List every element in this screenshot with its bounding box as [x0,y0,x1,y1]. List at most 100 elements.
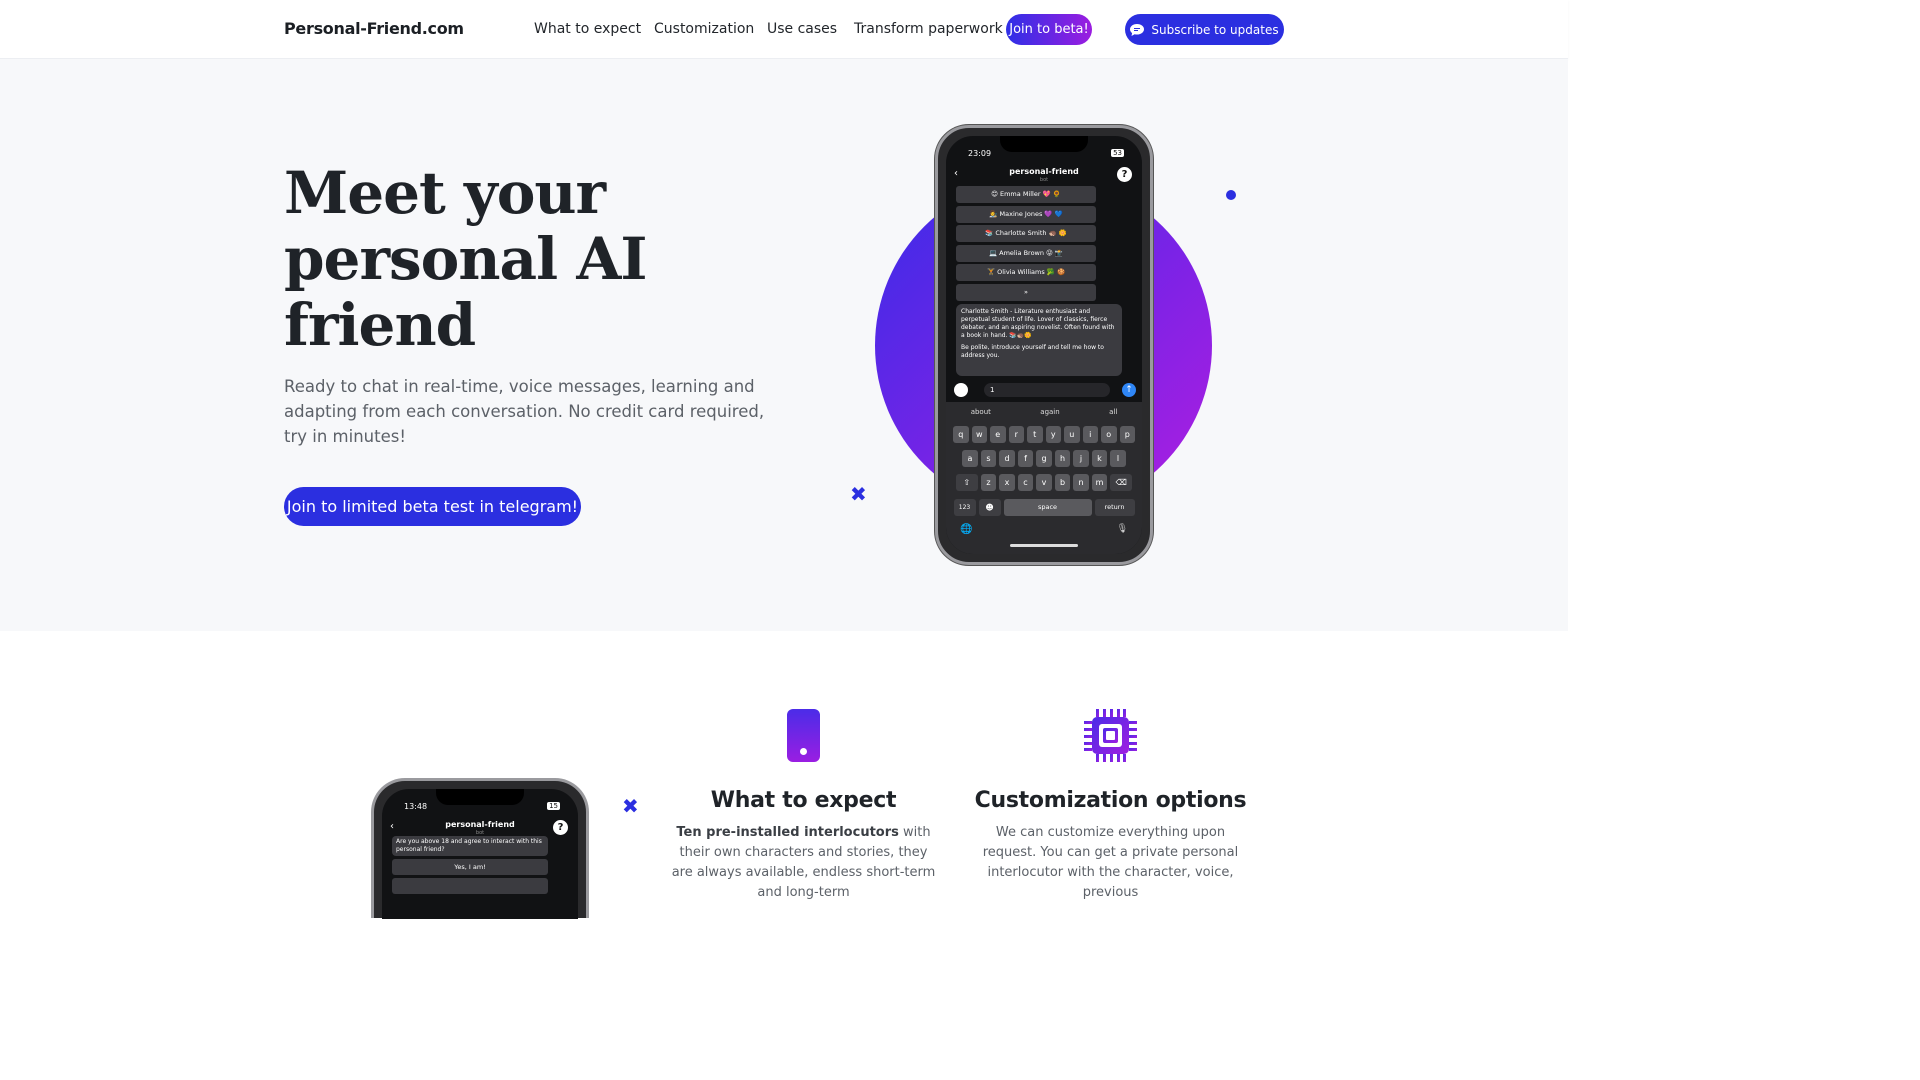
key: o [1101,426,1117,443]
decor-x-icon: ✖ [850,482,867,506]
hero-title: Meet your personal AI friend [284,159,647,359]
chip-icon [1084,709,1137,762]
message-input-bar: 1 ↑ [954,382,1136,398]
nav-link-transform-paperwork[interactable]: Transform paperwork [854,21,1003,37]
key: x [999,474,1015,491]
key: c [1017,474,1034,491]
shift-icon: ⇧ [955,474,978,491]
numbers-key: 123 [953,499,976,516]
nav-link-customization[interactable]: Customization [654,21,754,37]
message-text: Charlotte Smith - Literature enthusiast … [961,308,1115,339]
emoji-icon: ☻ [978,499,1001,516]
menu-icon [954,383,968,397]
key-row-2: a s d f g h j k l [946,450,1142,467]
key: a [962,450,978,467]
key-row-3: ⇧ z x c v b n m ⌫ [946,474,1142,491]
chat-bubble-icon [1130,23,1145,36]
key: s [980,450,997,467]
send-arrow-icon: ↑ [1122,383,1136,397]
character-button: 😊 Emma Miller 💖 🌻 [956,186,1096,203]
decor-x-icon: ✖ [622,794,639,818]
join-beta-button[interactable]: Join to beta! [1006,14,1092,45]
key: g [1036,450,1052,467]
battery-icon: 15 [547,802,560,810]
backspace-icon: ⌫ [1110,474,1133,491]
character-button: 📚 Charlotte Smith 🦔 🌼 [956,225,1096,243]
key: z [980,474,997,491]
battery-icon: 53 [1111,149,1124,157]
top-nav: Personal-Friend.com What to expect Custo… [0,0,1568,59]
key: u [1064,426,1080,443]
home-indicator [1010,544,1078,547]
key: d [999,450,1015,467]
feature-text-what-to-expect: Ten pre-installed interlocutors with the… [667,823,940,903]
key: p [1119,426,1135,443]
character-button: 👩‍🎨 Maxine Jones 💜 💙 [956,205,1096,223]
status-time: 23:09 [968,149,992,158]
key: l [1110,450,1126,467]
space-key: space [1003,499,1092,516]
subscribe-button[interactable]: Subscribe to updates [1125,14,1284,45]
chat-title: personal-friend [1009,167,1079,176]
brand-logo[interactable]: Personal-Friend.com [284,19,464,38]
phone-screen-small: 13:48 15 ‹ personal-friend bot ? Are you… [382,789,578,919]
character-button: 🏋 Olivia Williams 🥦 🍪 [956,264,1096,282]
key: r [1008,426,1024,443]
feature-title-customization: Customization options [974,788,1247,813]
key: h [1054,450,1071,467]
help-icon: ? [1117,167,1132,182]
key: w [971,426,987,443]
suggestion: again [1040,408,1060,416]
character-button: 💻 Amelia Brown 😜 📸 [956,244,1096,262]
help-icon: ? [553,820,568,835]
feature-text-customization: We can customize everything upon request… [982,825,1239,900]
join-telegram-beta-button[interactable]: Join to limited beta test in telegram! [284,487,581,526]
key: k [1091,450,1108,467]
phone-notch [1000,136,1088,152]
key: t [1027,426,1043,443]
phone-mockup-small: 13:48 15 ‹ personal-friend bot ? Are you… [371,778,589,919]
chat-title: personal-friend [445,820,515,829]
smartphone-icon [787,709,820,762]
status-time: 13:48 [404,802,428,811]
phone-notch [436,789,524,805]
key: j [1073,450,1089,467]
feature-title-what-to-expect: What to expect [710,788,897,813]
answer-button: Yes, I am! [392,859,548,875]
feature-highlight: Ten pre-installed interlocutors [676,825,899,840]
key: b [1054,474,1071,491]
key-row-1: q w e r t y u i o p [946,426,1142,443]
phone-mockup: 23:09 53 ‹ personal-friend bot ? 😊 Emma … [935,125,1153,565]
suggestion: all [1109,408,1118,416]
nav-link-what-to-expect[interactable]: What to expect [534,21,641,37]
microphone-icon: 🎙 [1116,524,1128,534]
answer-button [392,878,548,894]
key-row-4: 123 ☻ space return [946,499,1142,516]
chat-message: Charlotte Smith - Literature enthusiast … [956,304,1122,376]
subscribe-label: Subscribe to updates [1151,22,1279,37]
globe-icon: 🌐 [960,524,973,535]
suggestion-bar: about again all [946,408,1142,416]
key: v [1036,474,1052,491]
nav-link-use-cases[interactable]: Use cases [767,21,837,37]
key: n [1073,474,1089,491]
key: e [990,426,1006,443]
key: q [953,426,969,443]
suggestion: about [970,408,991,416]
hero-section [0,59,1568,631]
more-button: » [956,283,1096,301]
key: i [1082,426,1098,443]
chat-message: Are you above 18 and agree to interact w… [392,836,548,856]
chat-subtitle: bot [1039,177,1049,183]
return-key: return [1094,499,1135,516]
key: m [1091,474,1108,491]
message-text: Be polite, introduce yourself and tell m… [961,344,1104,359]
key: f [1017,450,1034,467]
message-field: 1 [984,383,1110,397]
decor-dot [1226,190,1236,200]
keyboard: about again all q w e r t y u i o p a s … [946,402,1142,554]
key: y [1045,426,1061,443]
phone-screen: 23:09 53 ‹ personal-friend bot ? 😊 Emma … [946,136,1142,554]
character-list: 😊 Emma Miller 💖 🌻 👩‍🎨 Maxine Jones 💜 💙 📚… [956,186,1096,304]
hero-subtitle: Ready to chat in real-time, voice messag… [284,377,765,446]
